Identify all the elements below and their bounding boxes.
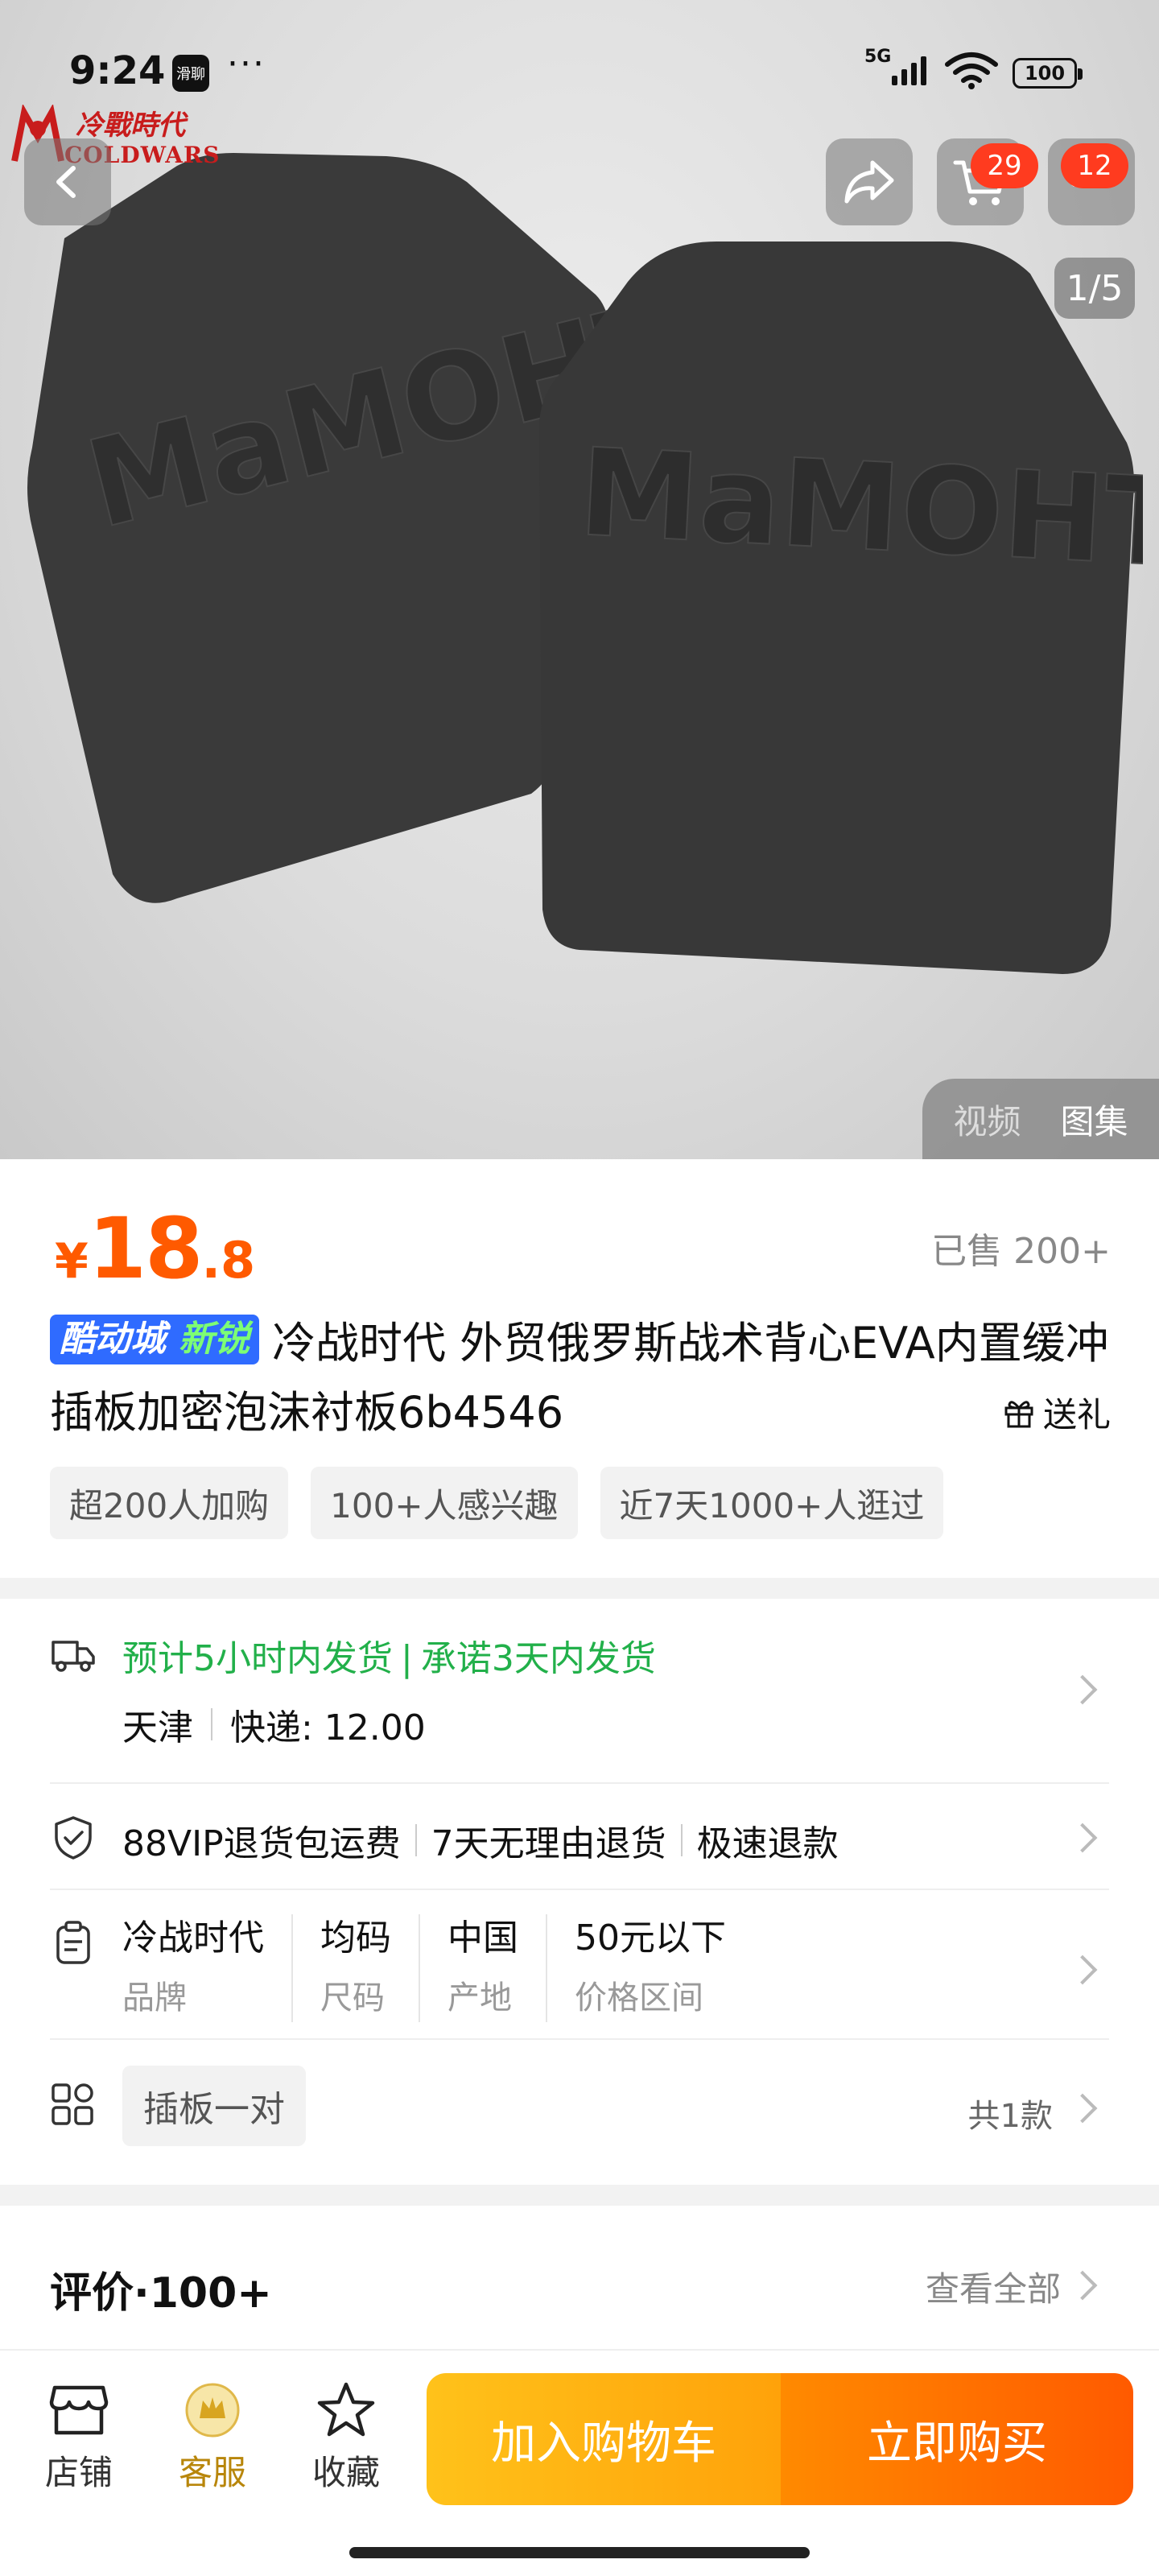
attr-brand: 冷战时代 品牌 (122, 1914, 291, 2022)
attr-brand-value: 冷战时代 (122, 1918, 264, 1959)
shipping-fee: 快递: 12.00 (230, 1707, 426, 1748)
attr-price-range-value: 50元以下 (575, 1918, 726, 1959)
chevron-right-icon (1067, 1823, 1098, 1853)
chip-interest-count: 100+人感兴趣 (311, 1467, 578, 1539)
truck-icon (52, 1641, 95, 1672)
right-plate-image: MaMOHT (539, 242, 1143, 974)
product-title: 酷动城 新锐 冷战时代 外贸俄罗斯战术背心EVA内置缓冲插板加密泡沫衬板6b45… (50, 1309, 1112, 1447)
attr-size-value: 均码 (320, 1918, 391, 1959)
gift-button[interactable]: 送礼 (1003, 1388, 1111, 1437)
view-all-reviews[interactable]: 查看全部 (926, 2262, 1061, 2311)
buy-now-button[interactable]: 立即购买 (781, 2373, 1133, 2505)
app-notification-icon: 滑聊 (172, 55, 209, 92)
product-info-card: 预计5小时内发货 | 承诺3天内发货 天津 快递: 12.00 88VIP退货包运费… (0, 1599, 1159, 2185)
chevron-right-icon (1067, 1674, 1098, 1705)
sold-count: 已售 200+ (931, 1231, 1111, 1272)
shield-check-icon (55, 1816, 92, 1860)
shipping-estimate: 预计5小时内发货 | 承诺3天内发货 (122, 1629, 656, 1681)
product-image-gallery[interactable]: MaMOHT MaMOHT 9:24 滑聊 ··· 5G 100 冷戰時代 CO… (0, 0, 1159, 1159)
cart-count-badge: 29 (971, 143, 1038, 188)
left-plate-image: MaMOHT (27, 153, 612, 903)
chevron-right-icon (1067, 2270, 1098, 2301)
shipping-estimate-text: 预计5小时内发货 (122, 1638, 393, 1679)
price-integer: 18 (88, 1199, 204, 1298)
service-avatar-icon (185, 2383, 240, 2438)
shipping-promise-text: 承诺3天内发货 (420, 1638, 656, 1679)
status-time: 9:24 (69, 48, 166, 93)
attr-size: 均码 尺码 (291, 1914, 419, 2022)
variant-count: 共1款 (967, 2098, 1053, 2135)
divider (680, 1824, 683, 1856)
clipboard-icon (56, 1921, 90, 1964)
favorite-label: 收藏 (311, 2453, 380, 2492)
attr-brand-key: 品牌 (122, 1979, 187, 2017)
return-fast-refund: 极速退款 (696, 1823, 839, 1864)
return-policy-row[interactable]: 88VIP退货包运费 7天无理由退货 极速退款 (50, 1784, 1109, 1890)
wifi-icon (945, 52, 998, 89)
store-label: 店铺 (44, 2453, 113, 2492)
return-policies: 88VIP退货包运费 7天无理由退货 极速退款 (122, 1814, 839, 1866)
back-button[interactable] (24, 138, 111, 225)
star-icon (317, 2382, 375, 2437)
share-button[interactable] (826, 138, 913, 225)
attribute-list: 冷战时代 品牌 均码 尺码 中国 产地 50元以下 价格区间 (122, 1914, 753, 2022)
shipping-origin-fee: 天津 快递: 12.00 (122, 1699, 426, 1750)
gift-icon (1004, 1400, 1033, 1427)
return-7days: 7天无理由退货 (431, 1823, 666, 1864)
chevron-left-icon (56, 166, 76, 198)
store-button[interactable]: 店铺 (31, 2381, 127, 2495)
chip-add-cart-count: 超200人加购 (50, 1467, 289, 1539)
variant-row[interactable]: 插板一对 共1款 (50, 2040, 1109, 2183)
chip-visit-count: 近7天1000+人逛过 (600, 1467, 944, 1539)
home-indicator[interactable] (349, 2547, 810, 2558)
more-notifications-icon: ··· (227, 43, 266, 85)
shipping-row[interactable]: 预计5小时内发货 | 承诺3天内发货 天津 快递: 12.00 (50, 1599, 1109, 1784)
attr-price-range-key: 价格区间 (575, 1979, 703, 2017)
attr-origin-value: 中国 (448, 1918, 518, 1959)
shipping-origin: 天津 (122, 1707, 193, 1748)
brand-tag-label: 酷动城 (50, 1315, 175, 1365)
divider (211, 1708, 212, 1740)
signal-icon (892, 56, 926, 85)
chevron-right-icon (1067, 2093, 1098, 2124)
grid-icon (52, 2083, 93, 2125)
image-counter: 1/5 (1054, 258, 1135, 319)
brand-tag: 酷动城 新锐 (50, 1315, 259, 1365)
watermark-cn: 冷戰時代 (76, 109, 185, 142)
social-proof-chips: 超200人加购 100+人感兴趣 近7天1000+人逛过 (50, 1467, 944, 1539)
product-summary-card: ¥ 18 .8 已售 200+ 酷动城 新锐 冷战时代 外贸俄罗斯战术背心EVA… (0, 1159, 1159, 1578)
tab-video[interactable]: 视频 (953, 1095, 1021, 1144)
price-decimal: .8 (201, 1231, 256, 1290)
service-label: 客服 (178, 2453, 246, 2492)
media-tabs: 视频 图集 (922, 1079, 1159, 1159)
review-title: 评价·100+ (50, 2269, 272, 2318)
price: ¥ 18 .8 (55, 1199, 255, 1298)
chevron-right-icon (1067, 1955, 1098, 1985)
review-card: 评价·100+ 查看全部 (0, 2206, 1159, 2351)
share-icon (844, 160, 894, 204)
shipping-separator: | (401, 1638, 413, 1679)
tab-gallery[interactable]: 图集 (1060, 1095, 1128, 1144)
price-currency: ¥ (55, 1233, 89, 1290)
variant-chip[interactable]: 插板一对 (122, 2066, 306, 2146)
divider (415, 1824, 417, 1856)
attr-origin-key: 产地 (448, 1979, 512, 2017)
new-tag-label: 新锐 (175, 1315, 259, 1365)
attr-origin: 中国 产地 (419, 1914, 546, 2022)
network-label: 5G (864, 47, 892, 67)
attr-price-range: 50元以下 价格区间 (546, 1914, 753, 2022)
battery-icon: 100 (1013, 58, 1083, 89)
gift-label: 送礼 (1042, 1395, 1111, 1435)
return-88vip: 88VIP退货包运费 (122, 1823, 401, 1864)
attributes-row[interactable]: 冷战时代 品牌 均码 尺码 中国 产地 50元以下 价格区间 (50, 1890, 1109, 2040)
attr-size-key: 尺码 (320, 1979, 385, 2017)
message-count-badge: 12 (1061, 143, 1128, 188)
add-to-cart-button[interactable]: 加入购物车 (427, 2373, 781, 2505)
customer-service-button[interactable]: 客服 (164, 2381, 261, 2495)
bottom-action-bar: 店铺 客服 收藏 加入购物车 立即购买 (0, 2349, 1159, 2576)
store-icon (49, 2385, 109, 2435)
favorite-button[interactable]: 收藏 (298, 2381, 394, 2495)
